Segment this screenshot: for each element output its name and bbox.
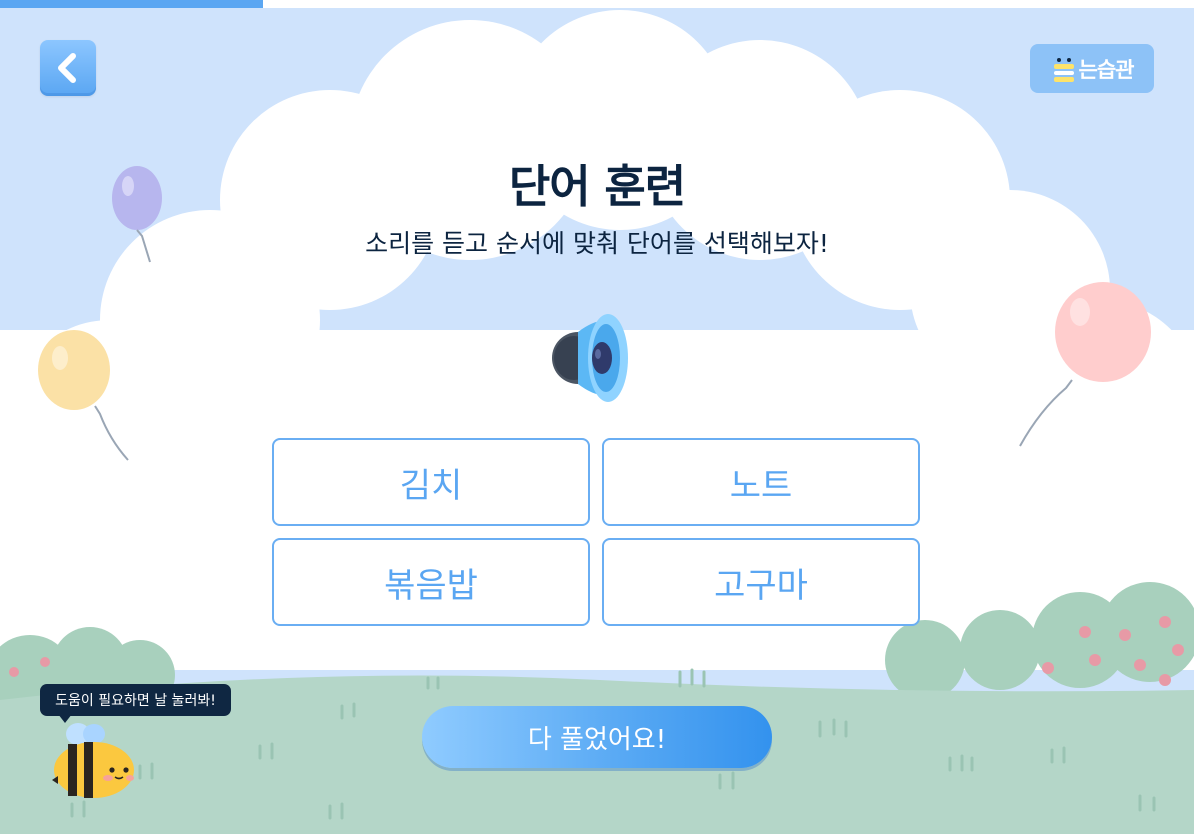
word-option-1[interactable]: 김치	[272, 438, 590, 526]
help-tooltip: 도움이 필요하면 날 눌러봐!	[40, 684, 231, 716]
done-button[interactable]: 다 풀었어요!	[422, 706, 772, 768]
chevron-left-icon	[58, 53, 76, 83]
bee-icon	[1053, 57, 1074, 82]
app-logo: 는습관	[1030, 44, 1154, 93]
progress-fill	[0, 0, 263, 8]
word-option-2[interactable]: 노트	[602, 438, 920, 526]
speaker-button[interactable]	[548, 306, 632, 410]
page-subtitle: 소리를 듣고 순서에 맞춰 단어를 선택해보자!	[365, 229, 829, 258]
progress-track	[0, 0, 1194, 8]
back-button[interactable]	[40, 40, 96, 96]
word-option-4[interactable]: 고구마	[602, 538, 920, 626]
bee-mascot-icon	[52, 723, 134, 798]
word-option-3[interactable]: 볶음밥	[272, 538, 590, 626]
speaker-icon	[552, 314, 628, 402]
page-title: 단어 훈련	[508, 160, 686, 213]
logo-text: 는습관	[1078, 57, 1135, 82]
bee-mascot-button[interactable]	[48, 722, 140, 798]
